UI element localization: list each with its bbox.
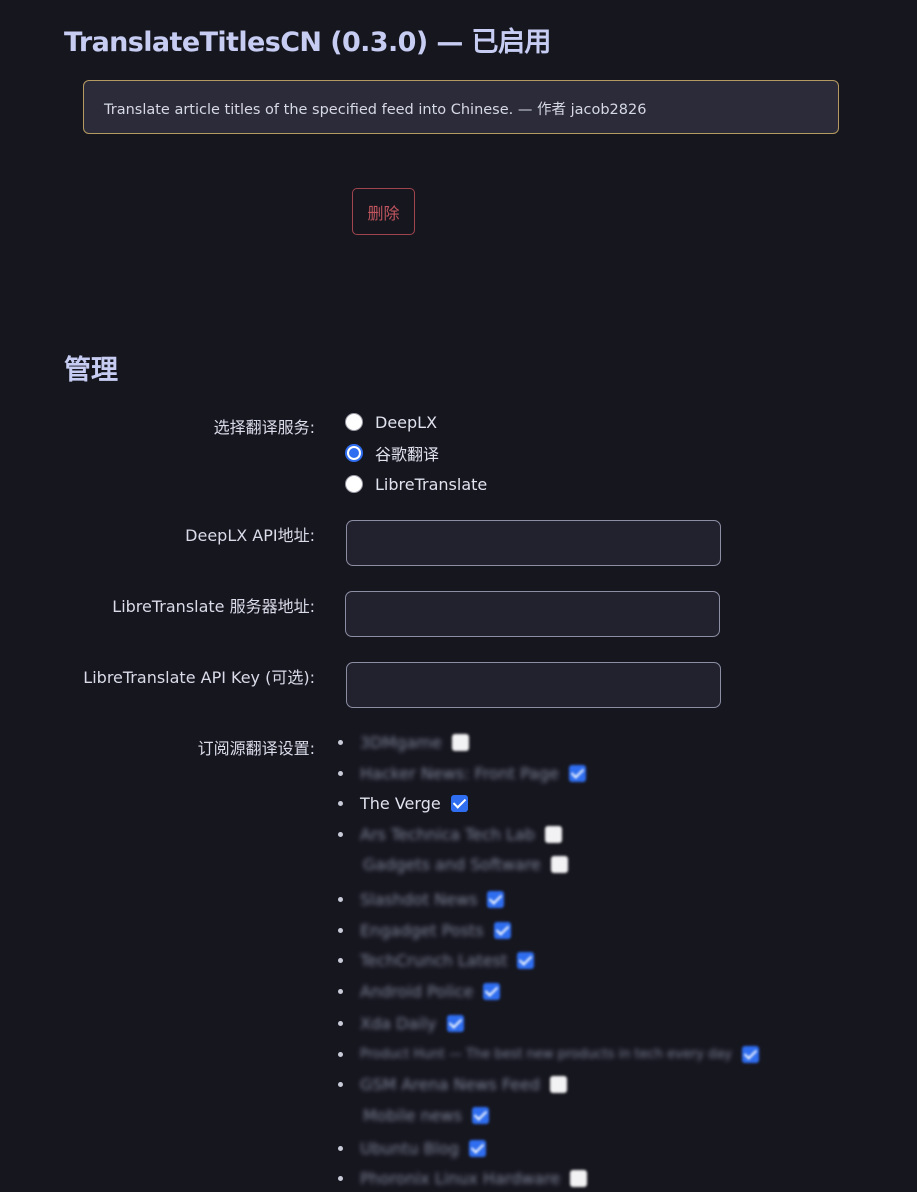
delete-button[interactable]: 删除 (352, 188, 415, 235)
feed-name: GSM Arena News Feed (360, 1074, 540, 1094)
radio-deeplx[interactable]: DeepLX (345, 411, 437, 433)
feed-name: Hacker News: Front Page (360, 763, 559, 783)
list-bullet (338, 770, 343, 776)
feed-name: TechCrunch Latest (360, 950, 508, 970)
feed-name: Product Hunt — The best new products in … (360, 1046, 732, 1062)
feed-name: Mobile news (363, 1105, 462, 1125)
radio-google[interactable]: 谷歌翻译 (345, 442, 439, 464)
list-bullet (338, 1081, 343, 1087)
list-bullet (338, 1020, 343, 1026)
feed-name: Slashdot News (360, 889, 478, 909)
feed-item: Ars Technica Tech Lab (338, 822, 562, 846)
feed-checkbox[interactable] (487, 890, 505, 908)
list-bullet (338, 800, 343, 806)
feed-checkbox[interactable] (446, 1014, 464, 1032)
feed-checkbox[interactable] (550, 855, 568, 873)
libre-server-label: LibreTranslate 服务器地址: (112, 597, 315, 616)
feed-item: The Verge (338, 791, 468, 815)
feed-item: Slashdot News (338, 887, 505, 911)
libre-key-label: LibreTranslate API Key (可选): (83, 668, 315, 687)
list-bullet (338, 988, 343, 994)
feed-item-continuation: Mobile news (363, 1103, 489, 1127)
list-bullet (338, 927, 343, 933)
feed-checkbox-the-verge[interactable] (450, 794, 468, 812)
list-bullet (338, 1145, 343, 1151)
libre-key-input[interactable] (346, 662, 721, 708)
feed-item: Android Police (338, 979, 501, 1003)
feed-item-continuation: Gadgets and Software (363, 852, 568, 876)
radio-google-label: 谷歌翻译 (375, 445, 440, 464)
list-bullet (338, 957, 343, 963)
radio-deeplx-dot[interactable] (345, 413, 363, 431)
extension-description: Translate article titles of the specifie… (83, 80, 839, 134)
feed-name-the-verge: The Verge (360, 793, 441, 813)
feed-item: Product Hunt — The best new products in … (338, 1042, 759, 1066)
list-bullet (338, 896, 343, 902)
feed-checkbox[interactable] (469, 1139, 487, 1157)
feed-item: Phoronix Linux Hardware (338, 1166, 588, 1190)
extension-title: TranslateTitlesCN (0.3.0) — 已启用 (64, 27, 551, 58)
feed-item: 3DMgame (338, 730, 469, 754)
deeplx-api-input[interactable] (346, 520, 721, 566)
feed-name: Engadget Posts (360, 920, 484, 940)
radio-libretranslate-label: LibreTranslate (375, 474, 488, 494)
feed-name: Xda Daily (360, 1013, 437, 1033)
deeplx-api-label: DeepLX API地址: (185, 526, 315, 545)
feed-checkbox[interactable] (549, 1075, 567, 1093)
radio-libretranslate[interactable]: LibreTranslate (345, 473, 487, 495)
feed-checkbox[interactable] (471, 1106, 489, 1124)
feed-item: Hacker News: Front Page (338, 761, 586, 785)
manage-heading: 管理 (64, 355, 118, 386)
feed-checkbox[interactable] (741, 1045, 759, 1063)
feed-checkbox[interactable] (517, 951, 535, 969)
feed-item: TechCrunch Latest (338, 948, 535, 972)
feed-item: Ubuntu Blog (338, 1136, 487, 1160)
libre-server-input[interactable] (345, 591, 720, 637)
list-bullet (338, 831, 343, 837)
list-bullet (338, 1051, 343, 1057)
feed-name: Android Police (360, 981, 474, 1001)
feed-name: 3DMgame (360, 732, 442, 752)
radio-google-dot[interactable] (345, 444, 363, 462)
feed-name: Ars Technica Tech Lab (360, 824, 535, 844)
feed-checkbox[interactable] (493, 921, 511, 939)
list-bullet (338, 739, 343, 745)
service-label: 选择翻译服务: (213, 418, 315, 437)
feed-checkbox[interactable] (483, 982, 501, 1000)
extension-config-page: TranslateTitlesCN (0.3.0) — 已启用 Translat… (0, 0, 917, 1192)
feed-checkbox[interactable] (544, 825, 562, 843)
feed-checkbox[interactable] (568, 764, 586, 782)
radio-deeplx-label: DeepLX (375, 412, 438, 432)
feed-checkbox[interactable] (451, 733, 469, 751)
feed-item: Engadget Posts (338, 918, 511, 942)
feed-name: Gadgets and Software (363, 854, 541, 874)
feed-name: Phoronix Linux Hardware (360, 1168, 561, 1188)
feed-checkbox[interactable] (570, 1169, 588, 1187)
feed-item: Xda Daily (338, 1011, 464, 1035)
list-bullet (338, 1175, 343, 1181)
feed-name: Ubuntu Blog (360, 1138, 460, 1158)
feed-item: GSM Arena News Feed (338, 1072, 567, 1096)
feeds-label: 订阅源翻译设置: (197, 739, 315, 758)
radio-libretranslate-dot[interactable] (345, 475, 363, 493)
